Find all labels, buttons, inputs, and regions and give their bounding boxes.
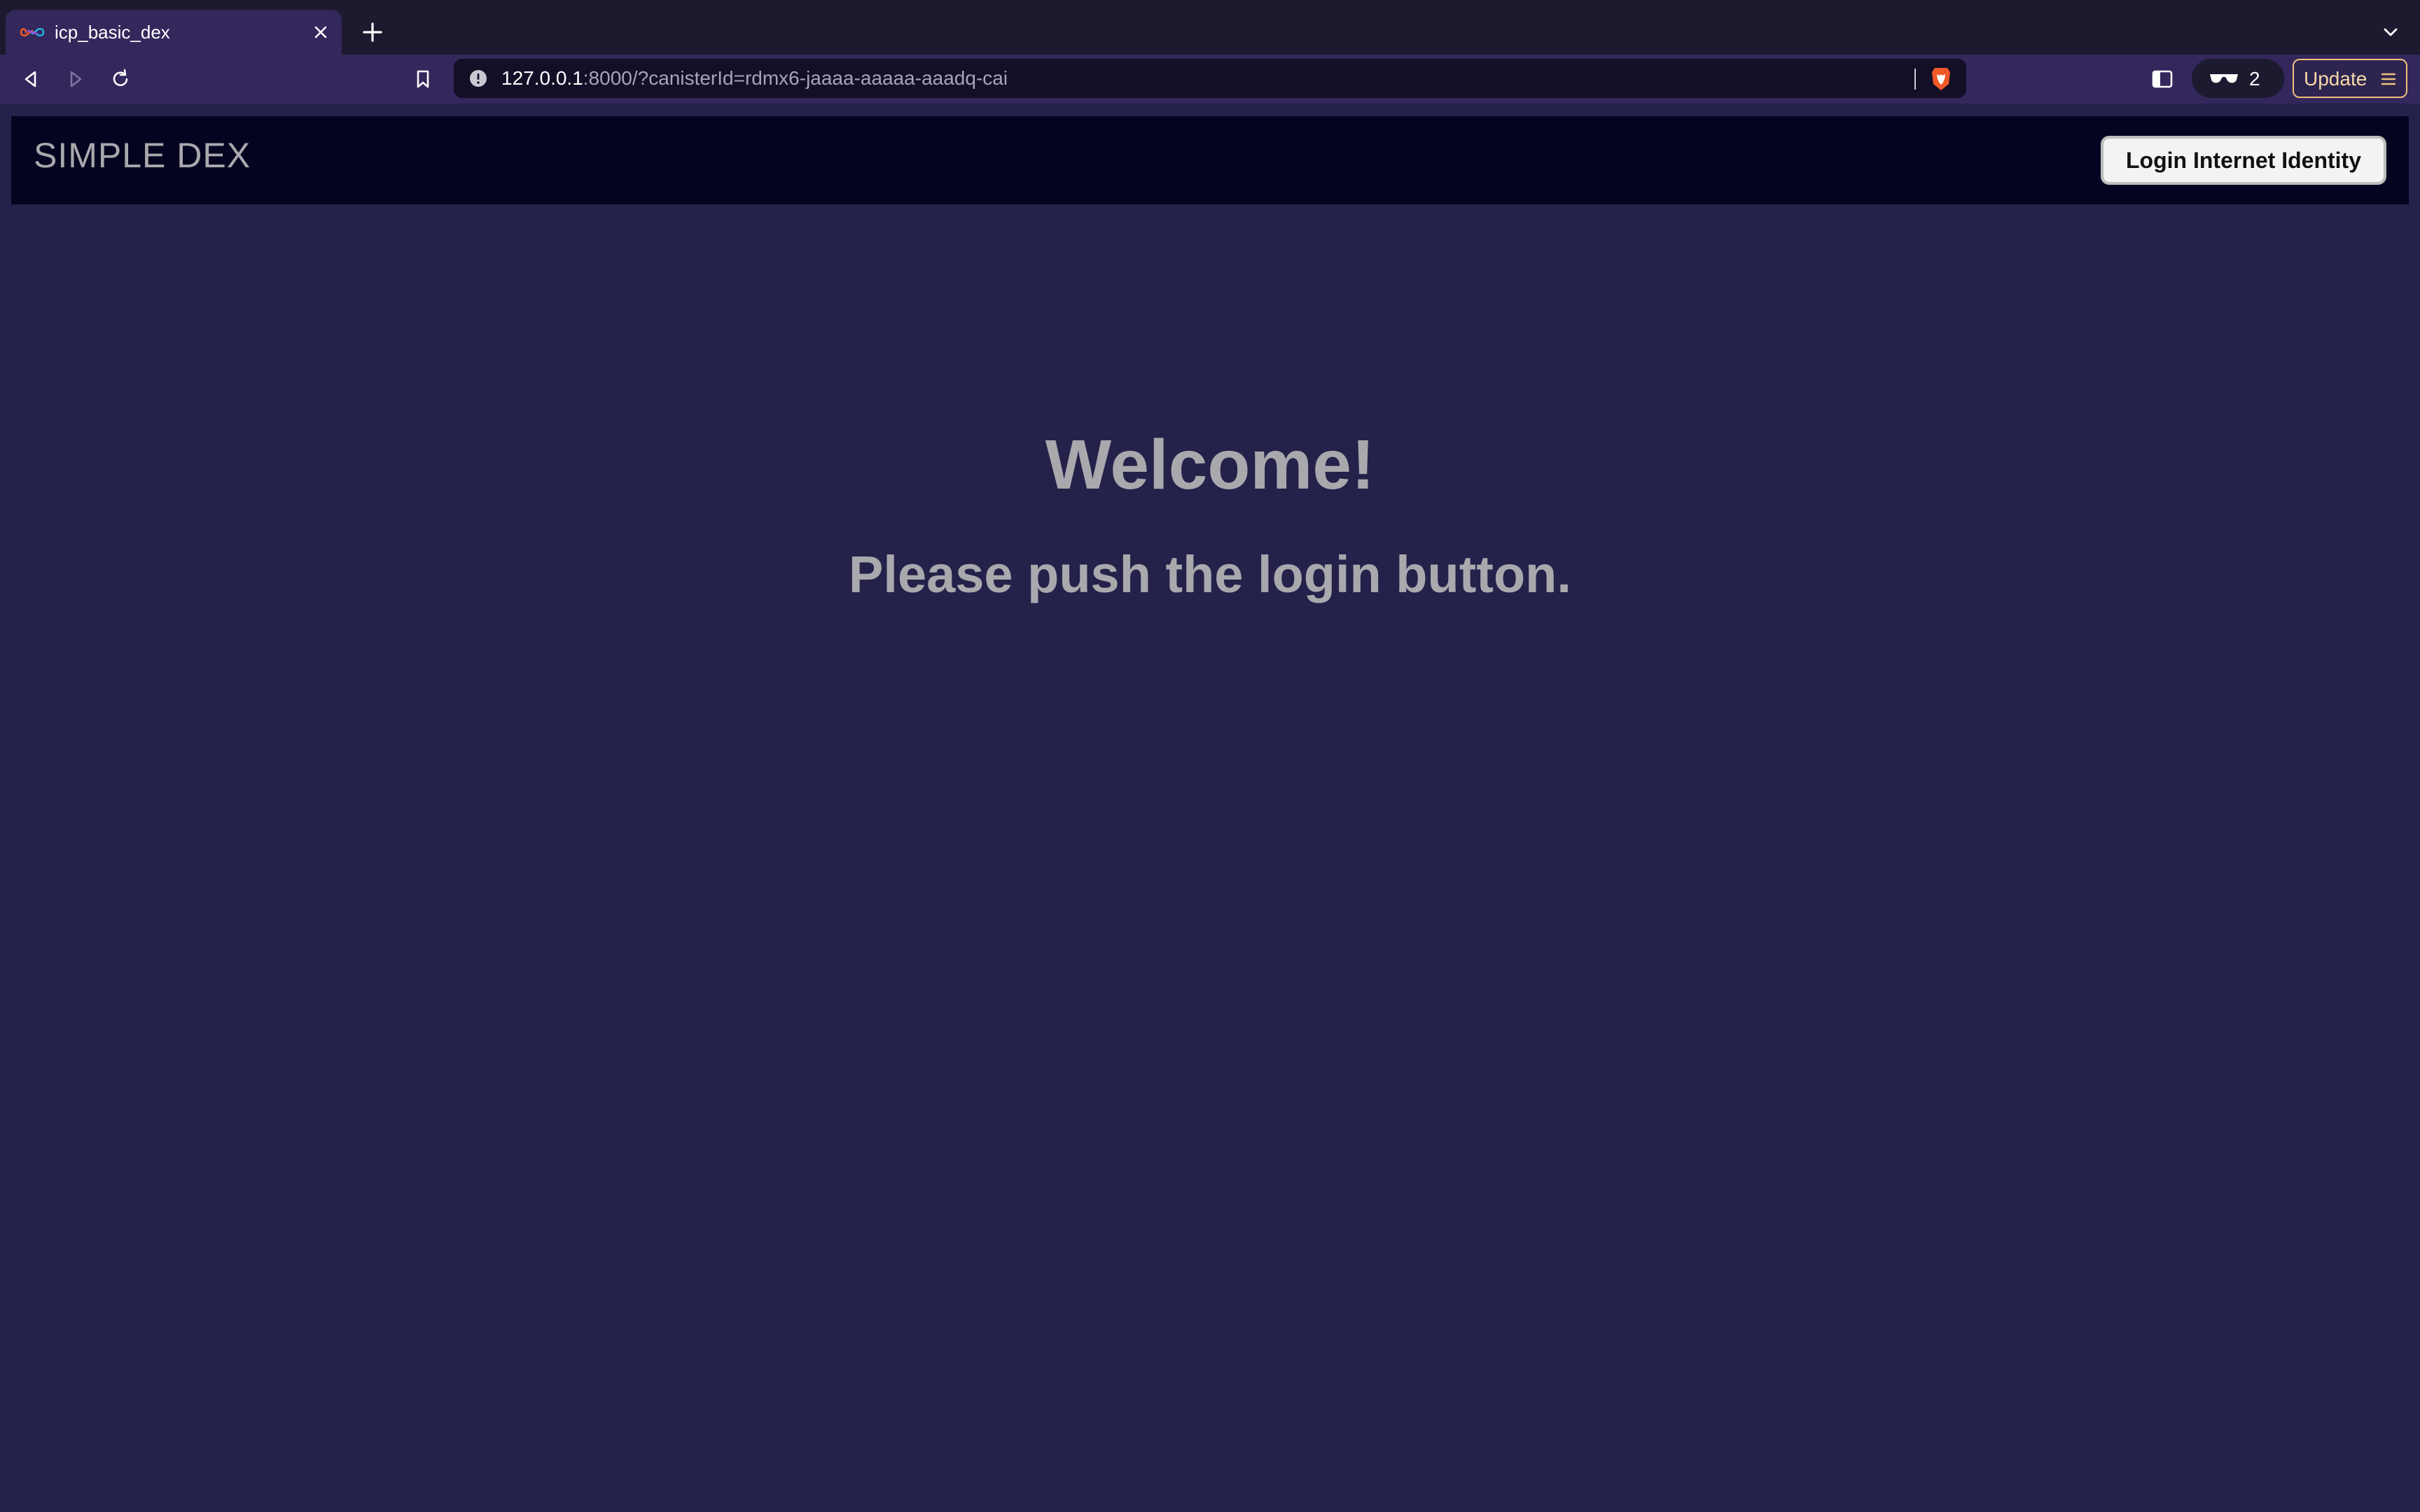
brave-shield-icon[interactable] (1928, 66, 1954, 92)
chevron-down-icon[interactable] (2378, 20, 2403, 45)
login-prompt: Please push the login button. (849, 545, 1571, 603)
close-icon[interactable] (308, 20, 333, 45)
url-path: :8000/?canisterId=rdmx6-jaaaa-aaaaa-aaad… (583, 67, 1008, 89)
reload-icon[interactable] (108, 66, 133, 92)
welcome-heading: Welcome! (1045, 426, 1375, 504)
bookmark-icon[interactable] (410, 66, 436, 92)
tab-title: icp_basic_dex (55, 22, 170, 43)
new-tab-plus-icon[interactable] (359, 18, 387, 46)
menu-icon (2381, 73, 2396, 85)
glasses-icon (2210, 74, 2238, 83)
login-button[interactable]: Login Internet Identity (2101, 136, 2386, 185)
sidebar-icon[interactable] (2150, 66, 2175, 92)
shields-count: 2 (2249, 68, 2260, 90)
back-icon[interactable] (18, 66, 43, 92)
app-header: SIMPLE DEX Login Internet Identity (11, 116, 2409, 204)
shields-badge[interactable]: 2 (2192, 59, 2284, 98)
browser-tabstrip: icp_basic_dex (0, 0, 2420, 55)
browser-tab[interactable]: icp_basic_dex (6, 10, 342, 55)
app-title: SIMPLE DEX (34, 136, 251, 175)
url-text[interactable]: 127.0.0.1:8000/?canisterId=rdmx6-jaaaa-a… (501, 67, 1008, 90)
update-button[interactable]: Update (2293, 59, 2407, 98)
infinity-icon (20, 27, 45, 37)
browser-toolbar: 127.0.0.1:8000/?canisterId=rdmx6-jaaaa-a… (0, 55, 2420, 104)
address-bar[interactable]: 127.0.0.1:8000/?canisterId=rdmx6-jaaaa-a… (454, 59, 1966, 98)
url-divider (1914, 69, 1916, 90)
update-label: Update (2304, 68, 2367, 90)
info-icon[interactable] (469, 69, 487, 88)
url-host: 127.0.0.1 (501, 67, 583, 89)
forward-icon[interactable] (63, 66, 88, 92)
